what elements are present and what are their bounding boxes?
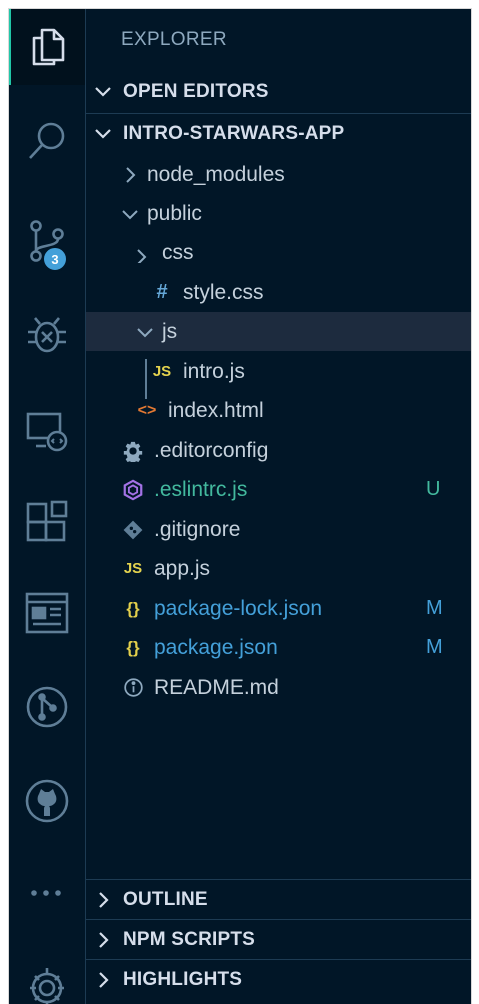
browser-preview-activity-button[interactable]: [9, 575, 85, 651]
gear-file-icon: [121, 439, 145, 463]
chevron-right-icon: [99, 891, 109, 908]
js-file-icon: JS: [152, 363, 172, 380]
outline-section-header[interactable]: OUTLINE: [86, 879, 471, 919]
more-activity-button[interactable]: [9, 855, 85, 931]
open-editors-section-header[interactable]: OPEN EDITORS: [86, 72, 471, 112]
css-file-icon: #: [156, 281, 168, 303]
tree-item-label: .gitignore: [154, 517, 241, 541]
tree-item-label: index.html: [168, 398, 264, 422]
tree-item-label: css: [162, 240, 194, 264]
tree-item-readme-md[interactable]: README.md: [86, 668, 471, 707]
tree-item-style-css[interactable]: # style.css: [86, 273, 471, 312]
tree-item-index-html[interactable]: <> index.html: [86, 391, 471, 430]
tree-item-label: README.md: [154, 675, 279, 699]
tree-item-label: package.json: [154, 635, 278, 659]
highlights-section-header[interactable]: HIGHLIGHTS: [86, 959, 471, 999]
project-label: INTRO-STARWARS-APP: [123, 122, 345, 144]
info-file-icon: [121, 676, 145, 700]
tree-item-label: node_modules: [147, 162, 285, 186]
tree-item-label: package-lock.json: [154, 596, 323, 620]
explorer-activity-button[interactable]: [9, 9, 85, 85]
git-status-modified: M: [426, 636, 443, 658]
js-file-icon: JS: [123, 560, 143, 577]
debug-activity-button[interactable]: [9, 297, 85, 373]
chevron-down-icon: [122, 209, 138, 219]
json-file-icon: {}: [126, 637, 140, 657]
git-status-untracked: U: [426, 478, 441, 500]
git-status-modified: M: [426, 597, 443, 619]
tree-item-package-json[interactable]: {} package.json M: [86, 628, 471, 667]
settings-gear-icon: [30, 968, 64, 1004]
chevron-right-icon: [126, 166, 136, 183]
sidebar-title: EXPLORER: [121, 29, 227, 50]
github-activity-button[interactable]: [9, 763, 85, 839]
tree-item-node-modules[interactable]: node_modules: [86, 155, 471, 194]
tree-item-public[interactable]: public: [86, 194, 471, 233]
project-section-header[interactable]: INTRO-STARWARS-APP: [86, 113, 471, 153]
npm-scripts-label: NPM SCRIPTS: [123, 928, 256, 950]
remote-explorer-icon: [26, 412, 68, 452]
tree-item-label: .eslintrc.js: [154, 477, 248, 501]
activity-bar: 3: [9, 9, 86, 1004]
chevron-down-icon: [137, 248, 147, 263]
source-control-badge: 3: [42, 246, 68, 272]
tree-item-editorconfig[interactable]: .editorconfig: [86, 431, 471, 470]
tree-item-label: js: [162, 319, 178, 343]
remote-explorer-activity-button[interactable]: [9, 393, 85, 469]
git-graph-activity-button[interactable]: [9, 669, 85, 745]
tree-item-intro-js[interactable]: JS intro.js: [86, 352, 471, 391]
eslint-file-icon: [121, 478, 145, 502]
npm-scripts-section-header[interactable]: NPM SCRIPTS: [86, 919, 471, 959]
highlights-label: HIGHLIGHTS: [123, 968, 243, 990]
tree-item-js[interactable]: js: [86, 312, 471, 351]
tree-item-app-js[interactable]: JS app.js: [86, 549, 471, 588]
github-icon: [25, 779, 69, 823]
debug-icon: [28, 317, 66, 353]
outline-label: OUTLINE: [123, 888, 208, 910]
vscode-window: 3 EXPLORER OPEN EDITORS INTRO-STARWARS-A…: [9, 9, 471, 1004]
tree-item-label: app.js: [154, 556, 211, 580]
tree-item-label: intro.js: [183, 359, 245, 383]
tree-item-package-lock-json[interactable]: {} package-lock.json M: [86, 589, 471, 628]
chevron-right-icon: [99, 971, 109, 988]
explorer-sidebar: EXPLORER OPEN EDITORS INTRO-STARWARS-APP…: [86, 9, 471, 1004]
chevron-down-icon: [95, 87, 111, 97]
source-control-activity-button[interactable]: 3: [9, 203, 85, 279]
more-icon: [31, 890, 61, 896]
git-file-icon: [121, 518, 145, 542]
tree-item-gitignore[interactable]: .gitignore: [86, 510, 471, 549]
settings-activity-button[interactable]: [9, 945, 85, 1004]
browser-preview-icon: [25, 592, 69, 634]
search-activity-button[interactable]: [9, 103, 85, 179]
files-icon: [32, 28, 65, 66]
tree-item-label: style.css: [183, 280, 264, 304]
git-graph-icon: [26, 686, 68, 728]
search-icon: [29, 122, 65, 159]
open-editors-label: OPEN EDITORS: [123, 81, 269, 102]
tree-item-css[interactable]: css: [86, 233, 471, 272]
chevron-right-icon: [99, 931, 109, 948]
extensions-activity-button[interactable]: [9, 485, 85, 561]
chevron-down-icon: [137, 327, 153, 337]
html-file-icon: <>: [137, 401, 157, 419]
tree-item-eslintrc-js[interactable]: .eslintrc.js U: [86, 470, 471, 509]
tree-item-label: public: [147, 201, 202, 225]
tree-item-label: .editorconfig: [154, 438, 269, 462]
json-file-icon: {}: [126, 598, 140, 618]
chevron-down-icon: [95, 128, 111, 139]
extensions-icon: [26, 500, 68, 542]
